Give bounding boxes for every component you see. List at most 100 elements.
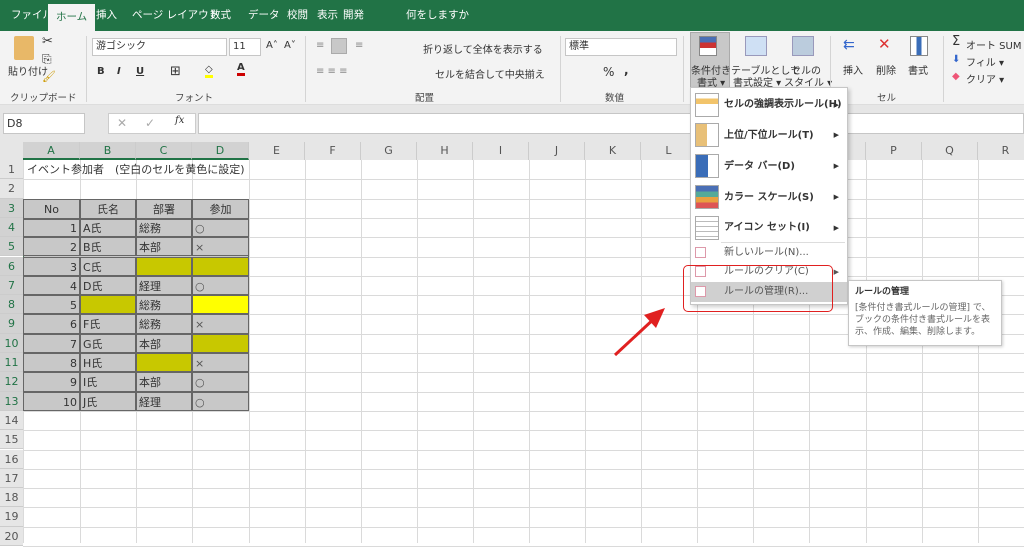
table-cell[interactable]: ○	[192, 275, 249, 296]
menu-item-5[interactable]: 新しいルール(N)...	[691, 243, 847, 262]
table-cell[interactable]: F氏	[80, 314, 136, 334]
row-header-11[interactable]: 11	[0, 353, 23, 373]
align-top-icon[interactable]: ≡	[316, 40, 324, 51]
column-header-G[interactable]: G	[361, 142, 417, 160]
table-cell[interactable]	[80, 295, 136, 315]
delete-cells-button[interactable]: 削除	[876, 62, 896, 77]
table-cell[interactable]: ○	[192, 391, 249, 411]
table-cell[interactable]: 7	[23, 333, 80, 353]
menu-item-3[interactable]: カラー スケール(S) ▶	[691, 182, 847, 213]
table-cell[interactable]: 総務	[136, 295, 192, 315]
table-cell[interactable]: C氏	[80, 256, 136, 276]
table-cell[interactable]: 5	[23, 295, 80, 315]
row-header-14[interactable]: 14	[0, 410, 23, 431]
table-cell[interactable]: 10	[23, 391, 80, 411]
row-header-8[interactable]: 8	[0, 295, 23, 315]
row-header-19[interactable]: 19	[0, 507, 23, 527]
table-cell[interactable]	[192, 333, 249, 353]
align-left-icon[interactable]: ≡ ≡ ≡	[316, 66, 348, 77]
title-cell[interactable]: イベント参加者 (空白のセルを黄色に設定)	[25, 160, 247, 179]
fill-color-icon[interactable]: ◇	[205, 64, 213, 78]
column-header-E[interactable]: E	[249, 142, 305, 160]
autosum-button[interactable]: オート SUM	[966, 37, 1021, 52]
number-format-select[interactable]: 標準	[565, 38, 677, 56]
table-cell[interactable]: A氏	[80, 217, 136, 238]
row-header-2[interactable]: 2	[0, 179, 23, 199]
grow-font-icon[interactable]: A˄	[266, 40, 278, 51]
row-header-3[interactable]: 3	[0, 198, 23, 218]
row-header-10[interactable]: 10	[0, 333, 23, 353]
table-cell[interactable]: ○	[192, 372, 249, 392]
enter-icon[interactable]: ✓	[145, 116, 155, 130]
font-color-icon[interactable]: A	[237, 62, 245, 76]
table-cell[interactable]: ×	[192, 314, 249, 334]
row-header-1[interactable]: 1	[0, 160, 23, 180]
table-cell[interactable]	[136, 256, 192, 276]
select-all-button[interactable]	[0, 142, 23, 160]
menu-item-1[interactable]: 上位/下位ルール(T) ▶	[691, 120, 847, 151]
menu-item-0[interactable]: セルの強調表示ルール(H) ▶	[691, 90, 847, 120]
copy-icon[interactable]: ⎘	[42, 52, 52, 67]
column-header-I[interactable]: I	[473, 142, 529, 160]
cancel-icon[interactable]: ✕	[117, 116, 127, 130]
row-header-9[interactable]: 9	[0, 314, 23, 334]
table-cell[interactable]: 本部	[136, 333, 192, 353]
header-cell-a[interactable]: No	[23, 198, 80, 220]
table-cell[interactable]	[192, 295, 249, 315]
cut-icon[interactable]: ✂	[42, 34, 53, 49]
row-header-7[interactable]: 7	[0, 275, 23, 296]
table-cell[interactable]: 本部	[136, 237, 192, 257]
table-cell[interactable]: 本部	[136, 372, 192, 392]
column-header-Q[interactable]: Q	[922, 142, 978, 160]
column-header-H[interactable]: H	[417, 142, 473, 160]
menu-item-2[interactable]: データ バー(D) ▶	[691, 151, 847, 182]
format-painter-icon[interactable]: 🖌	[42, 70, 56, 83]
table-cell[interactable]: 3	[23, 256, 80, 276]
column-header-P[interactable]: P	[866, 142, 922, 160]
merge-center-button[interactable]: セルを結合して中央揃え	[435, 66, 545, 81]
tab-8[interactable]: 開発	[335, 0, 372, 31]
row-header-6[interactable]: 6	[0, 256, 23, 276]
table-cell[interactable]: 2	[23, 237, 80, 257]
table-cell[interactable]: 経理	[136, 391, 192, 411]
font-size-select[interactable]: 11	[229, 38, 261, 56]
table-cell[interactable]: H氏	[80, 353, 136, 373]
header-cell-c[interactable]: 部署	[136, 198, 192, 220]
table-cell[interactable]: 1	[23, 217, 80, 238]
tab-4[interactable]: 数式	[202, 0, 239, 31]
column-header-J[interactable]: J	[529, 142, 585, 160]
table-cell[interactable]: ○	[192, 217, 249, 238]
table-cell[interactable]	[136, 353, 192, 373]
row-header-13[interactable]: 13	[0, 391, 23, 411]
underline-button[interactable]: U	[136, 66, 144, 77]
row-header-17[interactable]: 17	[0, 468, 23, 489]
borders-icon[interactable]: ⊞	[170, 64, 181, 79]
comma-button[interactable]: ,	[624, 63, 629, 77]
row-header-12[interactable]: 12	[0, 372, 23, 392]
insert-function-button[interactable]: fx	[175, 115, 184, 126]
table-cell[interactable]: I氏	[80, 372, 136, 392]
insert-cells-button[interactable]: 挿入	[843, 62, 863, 77]
row-header-4[interactable]: 4	[0, 217, 23, 238]
table-cell[interactable]: 6	[23, 314, 80, 334]
wrap-text-button[interactable]: 折り返して全体を表示する	[423, 41, 543, 56]
align-bottom-icon[interactable]: ≡	[355, 40, 363, 51]
clear-button[interactable]: クリア ▾	[966, 71, 1004, 86]
percent-button[interactable]: %	[603, 65, 614, 79]
table-cell[interactable]: B氏	[80, 237, 136, 257]
row-header-16[interactable]: 16	[0, 449, 23, 469]
row-header-5[interactable]: 5	[0, 237, 23, 257]
table-cell[interactable]: 8	[23, 353, 80, 373]
column-header-R[interactable]: R	[978, 142, 1024, 160]
formula-input[interactable]	[198, 113, 1024, 134]
table-cell[interactable]: D氏	[80, 275, 136, 296]
table-cell[interactable]: J氏	[80, 391, 136, 411]
table-cell[interactable]: ×	[192, 353, 249, 373]
name-box[interactable]: D8	[3, 113, 85, 134]
bold-button[interactable]: B	[97, 66, 105, 77]
column-header-A[interactable]: A	[23, 142, 80, 160]
table-cell[interactable]	[192, 256, 249, 276]
align-middle-button[interactable]	[331, 38, 347, 54]
font-name-select[interactable]: 游ゴシック	[92, 38, 227, 56]
table-cell[interactable]: G氏	[80, 333, 136, 353]
